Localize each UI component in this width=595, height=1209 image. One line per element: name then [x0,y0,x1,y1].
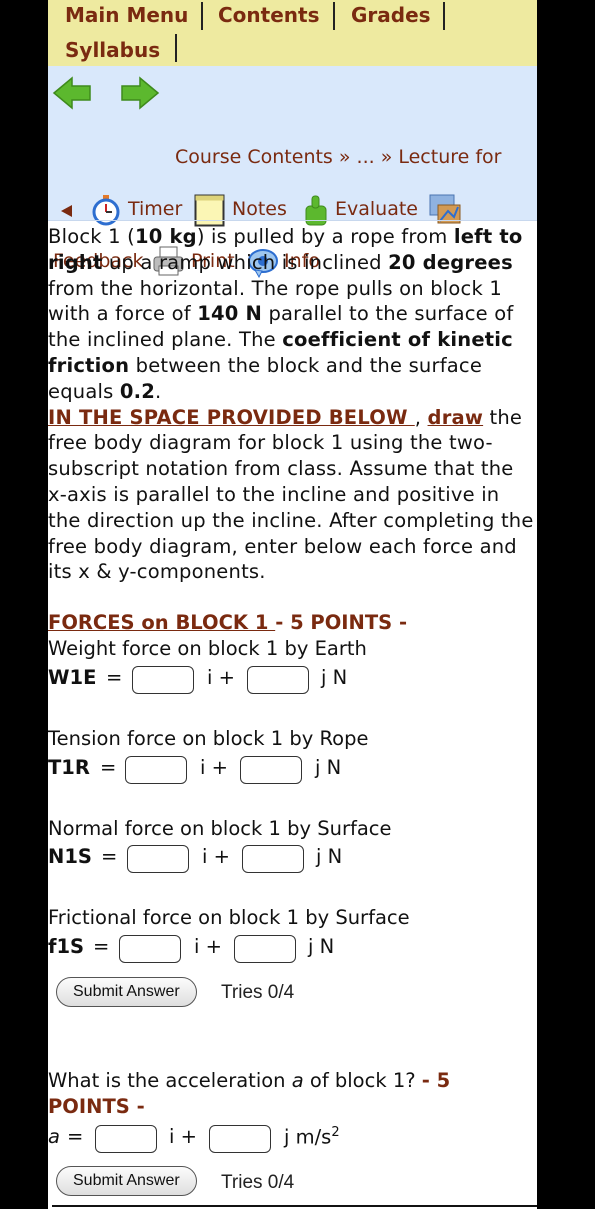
back-arrow-icon[interactable] [52,76,92,110]
n1s-i-input[interactable] [127,845,189,873]
menu-syllabus[interactable]: Syllabus [65,38,160,62]
tries-counter-acceleration: Tries 0/4 [221,1172,295,1193]
menu-separator [175,34,177,62]
normal-force-description: Normal force on block 1 by Surface [48,817,392,840]
main-menu-bar: Main Menu Contents Grades Syllabus [48,0,537,66]
submit-answer-button-acceleration[interactable]: Submit Answer [56,1166,197,1196]
tension-force-description: Tension force on block 1 by Rope [48,727,369,750]
accel-j-input[interactable] [209,1125,271,1153]
timer-icon[interactable] [91,194,121,226]
notes-link[interactable]: Notes [232,198,287,220]
w1e-j-input[interactable] [247,666,309,694]
menu-contents[interactable]: Contents [218,3,319,27]
instructions-paragraph: IN THE SPACE PROVIDED BELOW , draw the f… [48,405,534,584]
f1s-i-input[interactable] [119,935,181,963]
forward-arrow-icon[interactable] [120,76,160,110]
nav-divider [48,220,537,221]
feedback-icon[interactable] [428,193,462,227]
problem-paragraph: Block 1 (10 kg) is pulled by a rope from… [48,225,523,403]
menu-separator [201,2,203,30]
bottom-divider [52,1205,537,1207]
menu-main-menu[interactable]: Main Menu [65,3,188,27]
friction-force-description: Frictional force on block 1 by Surface [48,906,410,929]
t1r-i-input[interactable] [125,756,187,784]
problem-statement: Block 1 (10 kg) is pulled by a rope from… [48,224,537,585]
evaluate-link[interactable]: Evaluate [335,198,418,220]
forces-heading: FORCES on BLOCK 1 - 5 POINTS - [48,611,408,634]
breadcrumb[interactable]: Course Contents » ... » Lecture for [175,146,502,168]
menu-separator [333,2,335,30]
w1e-i-input[interactable] [132,666,194,694]
submit-answer-button[interactable]: Submit Answer [56,977,197,1007]
acceleration-question: What is the acceleration a of block 1? -… [48,1069,451,1118]
menu-separator [443,2,445,30]
nav-bar: Course Contents » ... » Lecture for Time… [48,66,537,278]
timer-link[interactable]: Timer [128,198,182,220]
weight-force-description: Weight force on block 1 by Earth [48,637,367,660]
n1s-j-input[interactable] [242,845,304,873]
menu-grades[interactable]: Grades [351,3,431,27]
page: Main Menu Contents Grades Syllabus Cours… [48,0,537,1209]
accel-i-input[interactable] [95,1125,157,1153]
thumbs-up-icon[interactable] [303,194,329,227]
t1r-j-input[interactable] [240,756,302,784]
notes-icon[interactable] [194,194,225,227]
tries-counter: Tries 0/4 [221,982,295,1003]
collapse-triangle-icon[interactable] [60,204,74,218]
f1s-j-input[interactable] [234,935,296,963]
